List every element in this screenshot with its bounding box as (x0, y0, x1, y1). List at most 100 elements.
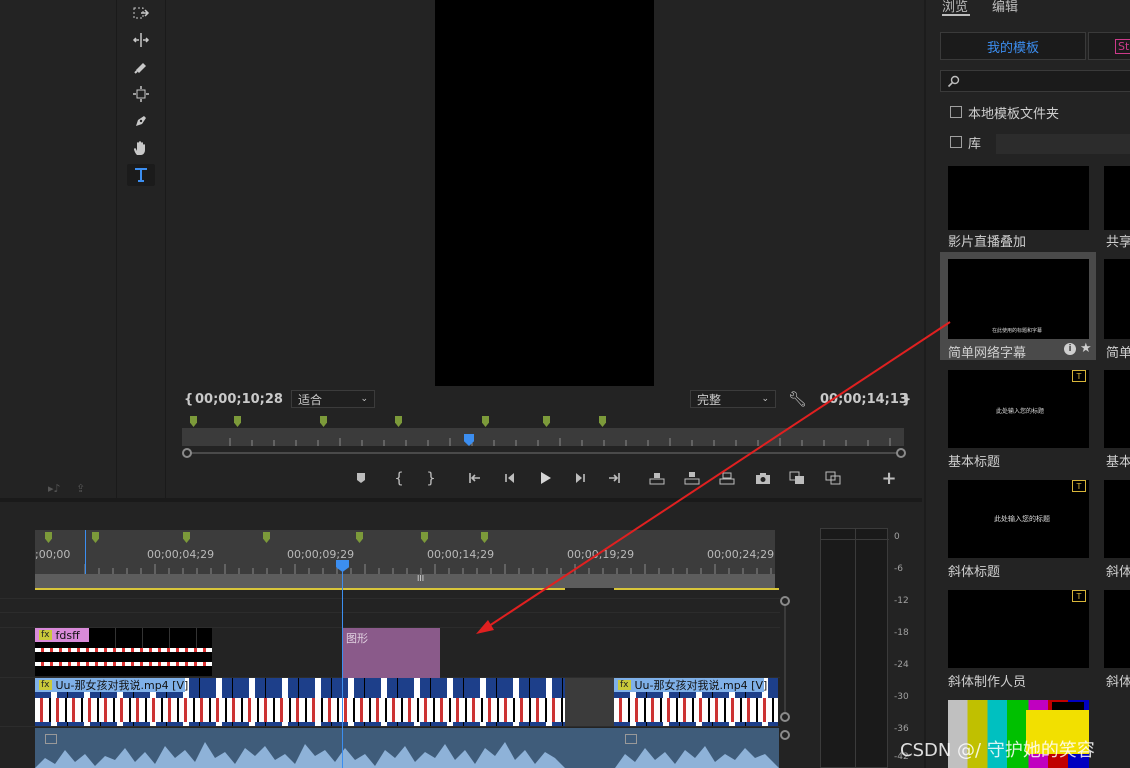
video-preview[interactable] (435, 0, 654, 386)
clip-video-a[interactable]: fx Uu-那女孩对我说.mp4 [V] (35, 678, 565, 726)
template-caption: 简单网络字幕 (948, 346, 1027, 361)
clip-fdsff[interactable]: fx fdsff (35, 628, 212, 676)
monitor-scrollbar[interactable] (184, 452, 904, 454)
template-thumb[interactable] (948, 166, 1089, 230)
marker[interactable] (599, 416, 606, 427)
mark-in-icon[interactable]: { (388, 468, 410, 488)
tab-edit[interactable]: 编辑 (992, 0, 1018, 15)
zoom-select[interactable]: 适合 ⌄ (291, 390, 375, 408)
tab-underline (942, 14, 970, 16)
scroll-handle[interactable] (780, 712, 790, 722)
template-thumb[interactable]: 此处输入您的标题 (948, 370, 1089, 448)
add-button-icon[interactable]: + (878, 468, 900, 489)
go-to-out-icon[interactable] (603, 468, 625, 488)
thumb-text: 在此使用的标题和字幕 (992, 328, 1043, 334)
ripple-edit-icon[interactable] (127, 29, 155, 51)
text-template-icon: T (1072, 370, 1086, 382)
razor-icon[interactable] (127, 56, 155, 78)
marker[interactable] (234, 416, 241, 427)
scroll-start-handle[interactable] (182, 448, 192, 458)
tab-browse[interactable]: 浏览 (942, 0, 968, 15)
template-search-input[interactable] (940, 70, 1130, 92)
template-thumb[interactable] (1104, 370, 1130, 448)
add-marker-icon[interactable] (350, 468, 372, 488)
marker[interactable] (543, 416, 550, 427)
template-thumb[interactable] (1104, 590, 1130, 668)
clip-name: fdsff (55, 628, 80, 642)
insert-icon[interactable]: ▸♪ (48, 482, 61, 495)
text-template-icon: T (1072, 480, 1086, 492)
quality-select[interactable]: 完整 ⌄ (690, 390, 776, 408)
search-icon (947, 75, 960, 88)
go-to-in-icon[interactable] (464, 468, 486, 488)
clip-video-b[interactable]: fx Uu-那女孩对我说.mp4 [V] (614, 678, 778, 726)
audio-clip[interactable] (35, 728, 779, 768)
hand-icon[interactable] (127, 137, 155, 159)
extract-icon[interactable] (681, 468, 703, 488)
work-area-start (85, 530, 86, 574)
scroll-handle[interactable] (780, 730, 790, 740)
lift-icon[interactable] (646, 468, 668, 488)
template-thumb[interactable] (1104, 259, 1130, 339)
toggle-proxies-icon[interactable] (822, 468, 844, 488)
clip-filmstrip (614, 698, 778, 722)
my-templates-button[interactable]: 我的模板 (940, 32, 1086, 60)
template-thumb[interactable] (1104, 480, 1130, 558)
comparison-view-icon[interactable] (786, 468, 808, 488)
step-forward-icon[interactable] (569, 468, 591, 488)
timeline-zoom-bar[interactable]: III (35, 574, 775, 588)
template-thumb[interactable] (948, 590, 1089, 668)
template-thumb[interactable]: 在此使用的标题和字幕 (948, 259, 1089, 339)
brace-left-icon: { (184, 392, 194, 407)
premiere-window: ▸♪ ⇪ { 00;00;10;28 适合 ⌄ 完整 ⌄ 🔧︎ 00;00;14… (0, 0, 1130, 768)
step-back-icon[interactable] (499, 468, 521, 488)
library-select[interactable] (996, 134, 1130, 154)
template-thumb[interactable] (1104, 166, 1130, 230)
track-select-icon[interactable] (127, 2, 155, 24)
library-checkbox[interactable] (950, 136, 962, 148)
track-divider (0, 598, 780, 599)
stock-button[interactable]: St (1088, 32, 1130, 60)
local-folder-label: 本地模板文件夹 (968, 107, 1060, 122)
timecode-current[interactable]: 00;00;10;28 (195, 392, 283, 407)
local-folder-checkbox[interactable] (950, 106, 962, 118)
scroll-handle[interactable] (780, 596, 790, 606)
track-gap[interactable] (565, 678, 614, 726)
marker[interactable] (320, 416, 327, 427)
monitor-time-ruler[interactable] (182, 428, 904, 446)
scroll-end-handle[interactable] (896, 448, 906, 458)
timeline-ruler[interactable]: ;00;00 00;00;04;29 00;00;09;29 00;00;14;… (35, 530, 775, 574)
play-icon[interactable] (534, 468, 556, 488)
zoom-grip[interactable]: III (417, 574, 424, 583)
export-frame-compare-icon[interactable] (716, 468, 738, 488)
fx-icon: fx (618, 680, 631, 690)
fx-badge-icon (45, 734, 57, 744)
info-icon[interactable]: i (1064, 343, 1076, 355)
wrench-icon[interactable]: 🔧︎ (788, 390, 807, 408)
graphic-clip[interactable]: 图形 (342, 628, 440, 678)
marker[interactable] (482, 416, 489, 427)
marker[interactable] (395, 416, 402, 427)
star-icon[interactable]: ★ (1080, 341, 1092, 356)
meter-channels (820, 528, 889, 768)
quality-select-value: 完整 (697, 392, 722, 407)
render-bar (614, 588, 779, 590)
vertical-scrollbar[interactable] (784, 606, 786, 712)
export-icon[interactable]: ⇪ (76, 482, 85, 495)
db-label: -30 (894, 692, 909, 702)
pen-icon[interactable] (127, 110, 155, 132)
mark-out-icon[interactable]: } (420, 468, 442, 488)
type-tool-icon[interactable] (127, 164, 155, 186)
template-thumb[interactable]: 此处输入您的标题 (948, 480, 1089, 558)
template-caption: 斜体 (1106, 565, 1130, 580)
camera-icon[interactable] (752, 468, 774, 488)
db-label: -12 (894, 596, 909, 606)
slip-icon[interactable] (127, 83, 155, 105)
db-label: 0 (894, 532, 900, 542)
template-caption: 斜体 (1106, 675, 1130, 690)
program-monitor: { 00;00;10;28 适合 ⌄ 完整 ⌄ 🔧︎ 00;00;14;13 } (168, 0, 922, 498)
watermark-text: CSDN @/ 守护她的笑容 (900, 740, 1095, 761)
template-caption: 基本 (1106, 455, 1130, 470)
timeline-playhead[interactable] (342, 562, 343, 768)
marker[interactable] (190, 416, 197, 427)
